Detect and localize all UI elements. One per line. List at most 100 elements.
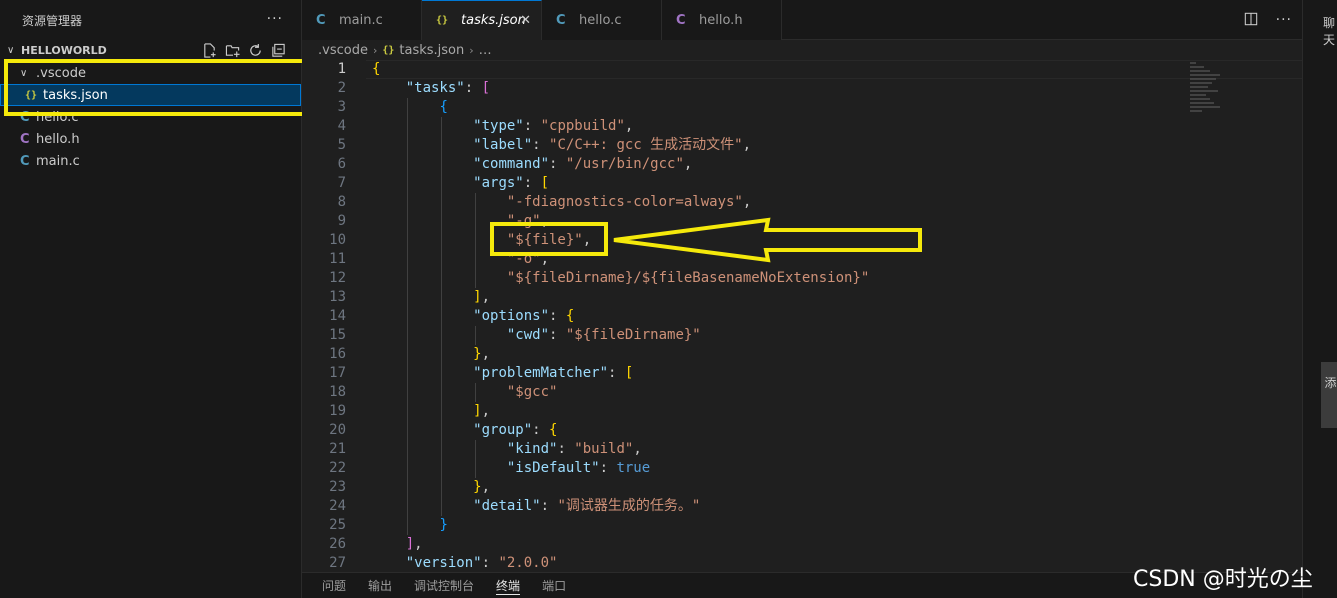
code-token: , (481, 346, 491, 362)
line-number: 19 (329, 403, 346, 419)
code-line: 3 { (302, 98, 1302, 117)
project-header[interactable]: ∨ HELLOWORLD (0, 40, 301, 60)
panel-tab-terminal[interactable]: 终端 (496, 577, 521, 595)
chevron-right-icon: › (372, 43, 378, 57)
code-token: "problemMatcher" (473, 365, 609, 381)
tab-label: hello.h (699, 12, 743, 28)
code-token: "label" (473, 137, 533, 153)
code-token: : (464, 80, 482, 96)
code-token: [ (540, 175, 550, 191)
breadcrumb: .vscode › {} tasks.json › … (302, 40, 1302, 60)
refresh-icon[interactable] (247, 42, 264, 58)
code-line: 23 }, (302, 478, 1302, 497)
code-token: : (549, 156, 566, 172)
code-token: { (549, 422, 558, 438)
tree-item-hello-h[interactable]: C hello.h (0, 128, 301, 150)
code-text: { (372, 60, 380, 79)
tab-label: main.c (339, 12, 383, 28)
breadcrumb-more[interactable]: … (479, 43, 492, 58)
more-actions-icon[interactable]: ··· (267, 11, 283, 27)
code-token: } (473, 479, 482, 495)
code-token: "${fileDirname}/${fileBasenameNoExtensio… (506, 270, 870, 286)
split-editor-icon[interactable] (1244, 12, 1258, 30)
tab-tasks-json[interactable]: {} tasks.json ✕ (422, 0, 542, 40)
code-token: : (549, 308, 566, 324)
breadcrumb-file[interactable]: tasks.json (399, 43, 464, 58)
explorer-title: 资源管理器 ··· (0, 0, 301, 40)
line-number: 20 (329, 422, 346, 438)
new-file-icon[interactable] (201, 42, 218, 58)
code-text: "tasks": [ (372, 79, 490, 98)
panel-tab-output[interactable]: 输出 (368, 577, 392, 594)
code-token: : (549, 327, 566, 343)
code-text: "$gcc" (372, 383, 558, 402)
code-text: ], (372, 535, 423, 554)
line-number: 8 (337, 194, 346, 210)
line-number: 2 (337, 80, 346, 96)
line-number: 23 (329, 479, 346, 495)
code-editor[interactable]: 1{2 "tasks": [3 {4 "type": "cppbuild", 5 … (302, 60, 1302, 572)
breadcrumb-folder[interactable]: .vscode (318, 43, 368, 58)
code-text: "cwd": "${fileDirname}" (372, 326, 701, 345)
minimap[interactable] (1190, 62, 1240, 122)
code-token: : (481, 555, 499, 571)
json-file-icon: {} (436, 15, 449, 26)
more-actions-icon[interactable]: ··· (1276, 12, 1292, 30)
panel-tab-debug-console[interactable]: 调试控制台 (414, 577, 474, 594)
panel-tab-ports[interactable]: 端口 (542, 577, 566, 594)
tab-main-c[interactable]: C main.c (302, 0, 422, 40)
close-icon[interactable]: ✕ (520, 13, 531, 28)
highlight-box (4, 59, 309, 116)
code-token: "version" (405, 555, 482, 571)
code-text: }, (372, 345, 490, 364)
code-text: "type": "cppbuild", (372, 117, 633, 136)
code-token: "${fileDirname}" (565, 327, 701, 343)
side-panel-tab-label: 添 (1324, 376, 1337, 390)
line-number: 10 (329, 232, 346, 248)
chat-tab[interactable]: 聊天 (1323, 14, 1337, 48)
code-token: { (372, 61, 381, 77)
code-line: 14 "options": { (302, 307, 1302, 326)
code-token: "options" (473, 308, 550, 324)
code-token: "cwd" (506, 327, 550, 343)
line-number: 4 (337, 118, 346, 134)
code-text: "args": [ (372, 174, 549, 193)
side-panel-tab[interactable]: 添 (1321, 362, 1337, 428)
collapse-all-icon[interactable] (270, 42, 287, 58)
tab-hello-h[interactable]: C hello.h (662, 0, 782, 40)
current-line-highlight (366, 60, 1302, 79)
editor-actions: ··· (1244, 12, 1292, 30)
code-text: "kind": "build", (372, 440, 642, 459)
code-token: "2.0.0" (498, 555, 558, 571)
code-line: 1{ (302, 60, 1302, 79)
tree-item-main-c[interactable]: C main.c (0, 150, 301, 172)
code-token: "kind" (506, 441, 558, 457)
code-token: } (439, 517, 448, 533)
code-token: : (608, 365, 625, 381)
code-token: "调试器生成的任务。" (557, 498, 701, 514)
code-token: [ (624, 365, 634, 381)
line-number: 12 (329, 270, 346, 286)
tab-hello-c[interactable]: C hello.c (542, 0, 662, 40)
panel-tab-problems[interactable]: 问题 (322, 577, 346, 594)
new-folder-icon[interactable] (224, 42, 241, 58)
code-token: : (599, 460, 617, 476)
code-line: 19 ], (302, 402, 1302, 421)
line-number: 18 (329, 384, 346, 400)
code-line: 4 "type": "cppbuild", (302, 117, 1302, 136)
code-text: ], (372, 288, 490, 307)
code-token: , (683, 156, 693, 172)
